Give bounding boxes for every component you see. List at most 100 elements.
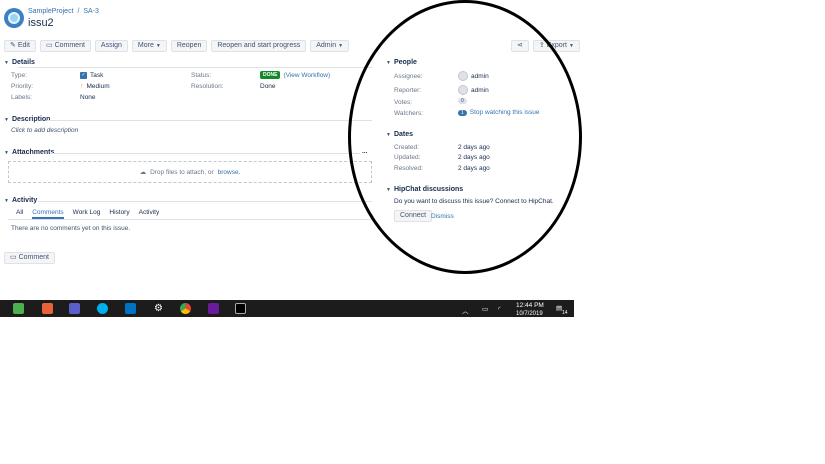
breadcrumb: SampleProject / SA-3 bbox=[28, 8, 99, 15]
dates-heading-text: Dates bbox=[393, 131, 414, 138]
collapse-triangle-icon: ▼ bbox=[4, 197, 9, 204]
comment-button[interactable]: ▭ Comment bbox=[39, 40, 91, 52]
people-heading[interactable]: ▼ People bbox=[386, 59, 417, 66]
labels-value: None bbox=[80, 94, 96, 101]
description-heading[interactable]: ▼ Description bbox=[4, 116, 50, 123]
edit-button[interactable]: ✎ Edit bbox=[4, 40, 36, 52]
export-icon: ⇪ bbox=[538, 42, 545, 49]
issue-page: SampleProject / SA-3 issu2 ✎ Edit ▭ Commen… bbox=[0, 0, 580, 300]
chevron-up-icon[interactable]: ︿ bbox=[462, 305, 469, 315]
network-icon[interactable]: ▭ bbox=[482, 305, 488, 313]
created-value: 2 days ago bbox=[458, 144, 490, 151]
project-avatar-icon[interactable] bbox=[4, 8, 24, 28]
votes-value[interactable]: 0 bbox=[458, 98, 467, 104]
attachments-more-button[interactable]: ... bbox=[362, 148, 367, 155]
description-heading-text: Description bbox=[11, 116, 51, 123]
skype-icon[interactable] bbox=[97, 303, 108, 314]
notepad-icon[interactable] bbox=[13, 303, 24, 314]
watchers-label: Watchers: bbox=[394, 110, 424, 117]
assign-button[interactable]: Assign bbox=[94, 40, 128, 52]
people-heading-text: People bbox=[393, 59, 417, 66]
terminal-icon[interactable] bbox=[235, 303, 246, 314]
app-icon[interactable] bbox=[208, 303, 219, 314]
resolution-label: Resolution: bbox=[191, 83, 224, 90]
tab-comments[interactable]: Comments bbox=[32, 209, 64, 219]
reporter-value[interactable]: admin bbox=[458, 85, 489, 95]
view-workflow-link[interactable]: (View Workflow) bbox=[283, 72, 330, 79]
votes-label: Votes: bbox=[394, 99, 413, 106]
admin-label: Admin bbox=[316, 42, 337, 49]
hipchat-connect-button[interactable]: Connect bbox=[394, 210, 433, 222]
attachments-heading[interactable]: ▼ Attachments bbox=[4, 149, 54, 156]
details-heading[interactable]: ▼ Details bbox=[4, 59, 35, 66]
priority-value: ↑ Medium bbox=[80, 83, 110, 90]
tab-work-log[interactable]: Work Log bbox=[73, 209, 101, 219]
priority-up-arrow-icon: ↑ bbox=[80, 83, 84, 90]
attachments-divider bbox=[50, 153, 360, 154]
clock-time[interactable]: 12:44 PM bbox=[516, 302, 544, 309]
chevron-down-icon: ▼ bbox=[568, 43, 574, 49]
add-comment-button[interactable]: ▭ Comment bbox=[4, 252, 55, 264]
admin-button[interactable]: Admin ▼ bbox=[310, 40, 350, 52]
user-avatar-icon bbox=[458, 85, 468, 95]
assignee-name: admin bbox=[471, 72, 489, 80]
tab-activity[interactable]: Activity bbox=[139, 209, 160, 219]
watchers-value: 1 Stop watching this issue bbox=[458, 109, 540, 116]
no-comments-text: There are no comments yet on this issue. bbox=[11, 225, 131, 232]
dates-heading[interactable]: ▼ Dates bbox=[386, 131, 413, 138]
attachment-dropzone[interactable]: ☁ Drop files to attach, or browse. bbox=[8, 161, 372, 183]
hipchat-heading-text: HipChat discussions bbox=[393, 186, 464, 193]
cloud-upload-icon: ☁ bbox=[139, 169, 147, 176]
user-avatar-icon bbox=[458, 71, 468, 81]
breadcrumb-project[interactable]: SampleProject bbox=[28, 8, 74, 15]
hipchat-heading[interactable]: ▼ HipChat discussions bbox=[386, 186, 463, 193]
breadcrumb-separator: / bbox=[77, 8, 80, 15]
share-button[interactable]: ⋖ bbox=[511, 40, 529, 52]
tab-history[interactable]: History bbox=[109, 209, 129, 219]
windows-taskbar: ⚙ ︿ ▭ ◜ 12:44 PM 10/7/2019 ▤ 14 bbox=[0, 300, 574, 317]
tab-all[interactable]: All bbox=[16, 209, 23, 219]
share-icon: ⋖ bbox=[517, 42, 523, 49]
reporter-name: admin bbox=[471, 86, 489, 94]
type-value-text: Task bbox=[90, 72, 104, 79]
drop-files-text: Drop files to attach, or bbox=[150, 168, 214, 176]
browse-link[interactable]: browse. bbox=[218, 169, 241, 176]
type-label: Type: bbox=[11, 72, 27, 79]
pencil-icon: ✎ bbox=[10, 42, 16, 49]
breadcrumb-issue-key[interactable]: SA-3 bbox=[83, 8, 99, 15]
stop-watching-link[interactable]: Stop watching this issue bbox=[470, 109, 540, 116]
more-label: More bbox=[137, 42, 154, 49]
outlook-icon[interactable] bbox=[125, 303, 136, 314]
labels-label: Labels: bbox=[11, 94, 32, 101]
clock-date[interactable]: 10/7/2019 bbox=[516, 311, 543, 317]
description-placeholder[interactable]: Click to add description bbox=[11, 127, 78, 134]
package-icon[interactable] bbox=[42, 303, 53, 314]
reopen-start-progress-button[interactable]: Reopen and start progress bbox=[211, 40, 307, 52]
more-button[interactable]: More ▼ bbox=[131, 40, 167, 52]
assignee-value[interactable]: admin bbox=[458, 71, 489, 81]
chevron-down-icon: ▼ bbox=[155, 43, 161, 49]
issue-title: issu2 bbox=[28, 17, 54, 29]
tabs-divider bbox=[8, 219, 372, 220]
activity-heading[interactable]: ▼ Activity bbox=[4, 197, 37, 204]
votes-badge: 0 bbox=[458, 98, 467, 104]
priority-value-text: Medium bbox=[86, 83, 110, 90]
edit-label: Edit bbox=[17, 42, 30, 49]
watchers-badge[interactable]: 1 bbox=[458, 109, 467, 116]
export-button[interactable]: ⇪ Export ▼ bbox=[532, 40, 580, 52]
add-comment-label: Comment bbox=[18, 254, 49, 261]
wifi-icon[interactable]: ◜ bbox=[498, 305, 501, 313]
reporter-label: Reporter: bbox=[394, 87, 422, 94]
activity-divider bbox=[38, 201, 372, 202]
chrome-icon[interactable] bbox=[180, 303, 191, 314]
activity-heading-text: Activity bbox=[11, 197, 38, 204]
issue-toolbar-right: ⋖ ⇪ Export ▼ bbox=[511, 40, 580, 52]
teams-icon[interactable] bbox=[69, 303, 80, 314]
created-label: Created: bbox=[394, 144, 419, 151]
resolved-value: 2 days ago bbox=[458, 165, 490, 172]
resolved-label: Resolved: bbox=[394, 165, 423, 172]
comment-icon: ▭ bbox=[45, 42, 53, 49]
hipchat-dismiss-link[interactable]: Dismiss bbox=[431, 213, 454, 220]
settings-gear-icon[interactable]: ⚙ bbox=[153, 303, 164, 314]
reopen-button[interactable]: Reopen bbox=[170, 40, 208, 52]
